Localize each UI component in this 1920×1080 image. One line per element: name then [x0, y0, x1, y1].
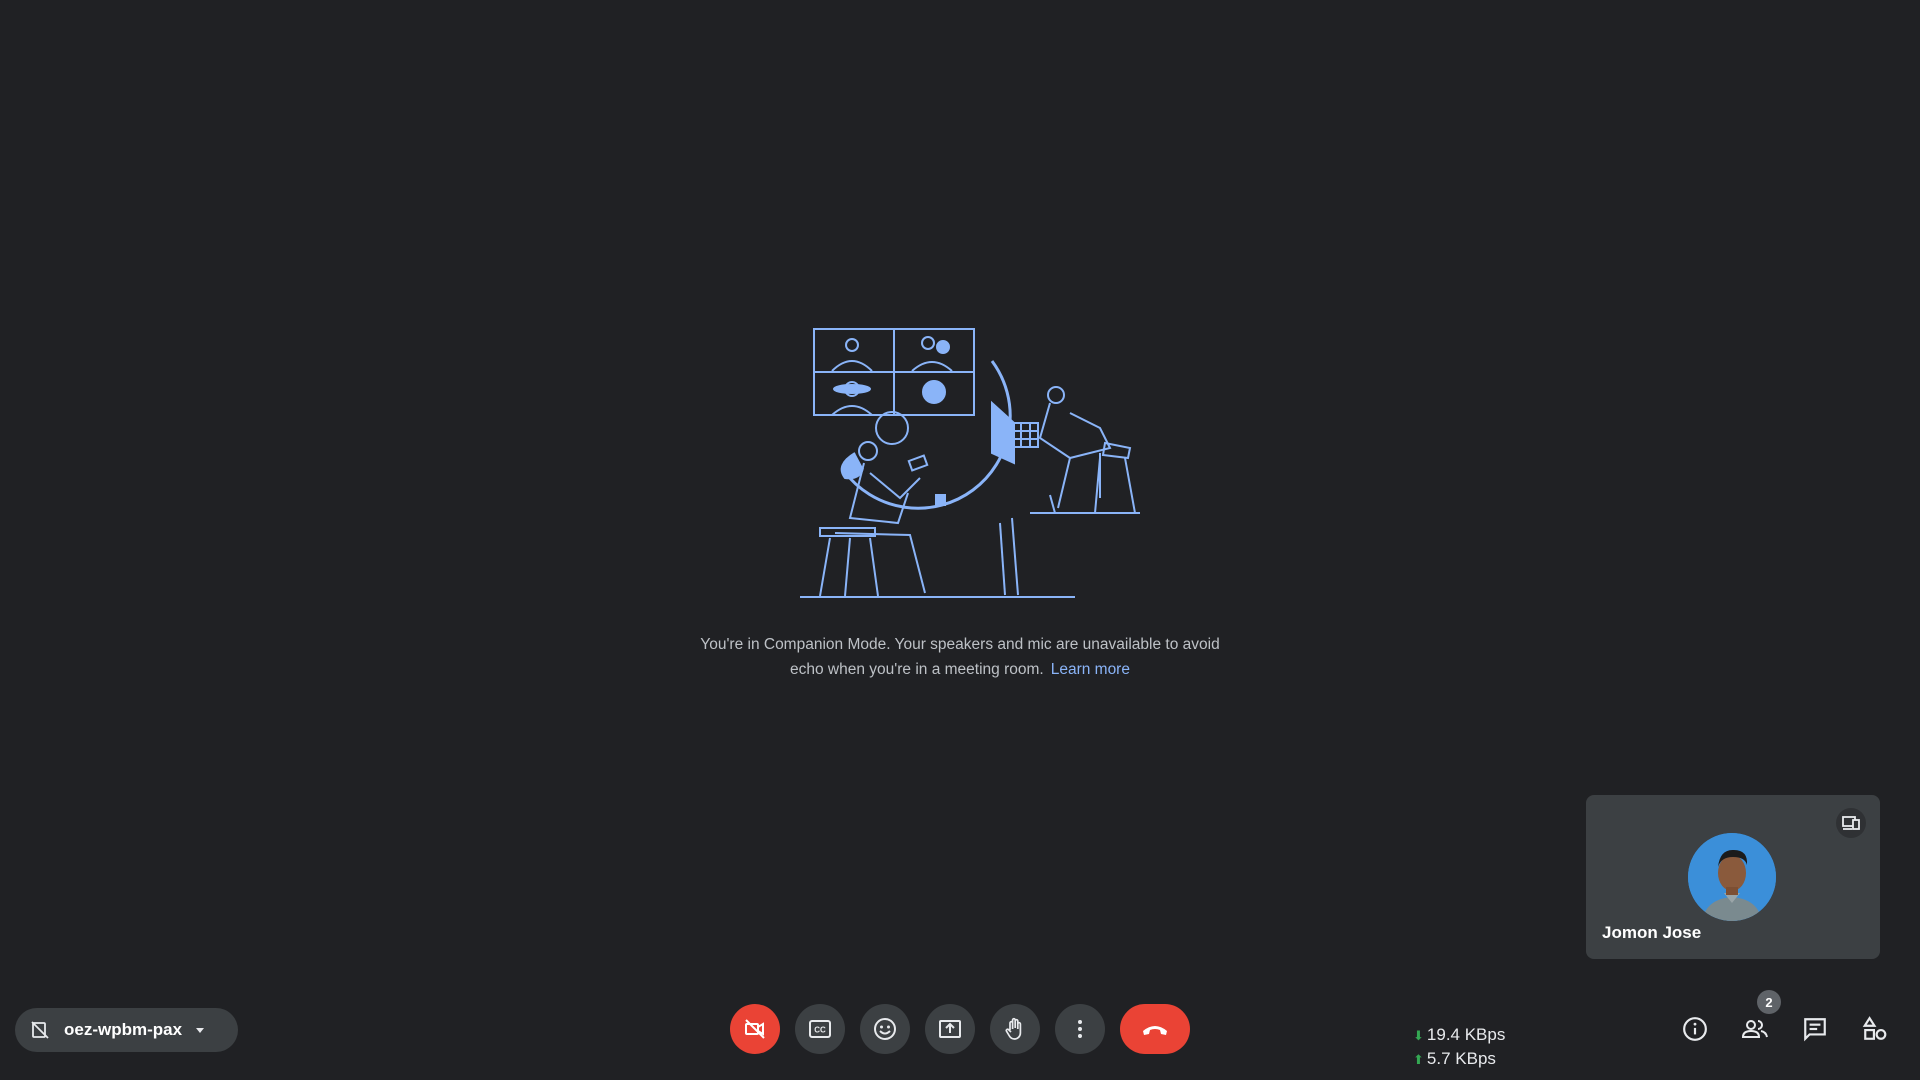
network-stats: ⬇ 19.4 KBps ⬆ 5.7 KBps: [1413, 1023, 1505, 1071]
companion-mode-text: You're in Companion Mode. Your speakers …: [700, 636, 1220, 678]
companion-mode-message: You're in Companion Mode. Your speakers …: [700, 632, 1220, 682]
present-screen-icon: [939, 1020, 961, 1038]
reactions-button[interactable]: [860, 1004, 910, 1054]
upload-rate: ⬆ 5.7 KBps: [1413, 1049, 1496, 1068]
download-rate: ⬇ 19.4 KBps: [1413, 1025, 1506, 1044]
raise-hand-button[interactable]: [990, 1004, 1040, 1054]
arrow-down-icon: ⬇: [1413, 1028, 1424, 1043]
captions-button[interactable]: CC: [795, 1004, 845, 1054]
activities-icon: [1862, 1016, 1887, 1040]
hand-icon: [1005, 1017, 1022, 1040]
info-icon: [1683, 1017, 1707, 1041]
meeting-code: oez-wpbm-pax: [64, 1020, 183, 1039]
companion-mode-icon: [31, 1021, 49, 1039]
more-options-button[interactable]: [1055, 1004, 1105, 1054]
chevron-down-icon: [196, 1027, 205, 1033]
meeting-details-button[interactable]: oez-wpbm-pax: [15, 1008, 238, 1052]
devices-icon: [1842, 816, 1860, 830]
self-participant-tile[interactable]: Jomon Jose: [1586, 795, 1880, 959]
emoji-icon: [874, 1018, 896, 1040]
more-vert-icon: [1078, 1020, 1082, 1038]
companion-mode-button[interactable]: [1836, 808, 1866, 838]
videocam-off-icon: [745, 1019, 765, 1039]
people-icon: [1741, 1020, 1768, 1038]
companion-mode-illustration: [800, 328, 1140, 598]
learn-more-link[interactable]: Learn more: [1051, 661, 1130, 678]
chat-button[interactable]: [1790, 1004, 1840, 1054]
call-end-icon: [1143, 1026, 1167, 1035]
closed-captions-icon: CC: [809, 1020, 831, 1038]
camera-off-button[interactable]: [730, 1004, 780, 1054]
svg-text:CC: CC: [814, 1026, 826, 1035]
arrow-up-icon: ⬆: [1413, 1052, 1424, 1067]
avatar: [1688, 833, 1776, 921]
meeting-info-button[interactable]: [1670, 1004, 1720, 1054]
activities-button[interactable]: [1850, 1004, 1900, 1054]
leave-call-button[interactable]: [1120, 1004, 1190, 1054]
participant-name: Jomon Jose: [1602, 923, 1702, 942]
present-button[interactable]: [925, 1004, 975, 1054]
people-count-badge: 2: [1757, 990, 1781, 1014]
chat-icon: [1804, 1018, 1826, 1042]
